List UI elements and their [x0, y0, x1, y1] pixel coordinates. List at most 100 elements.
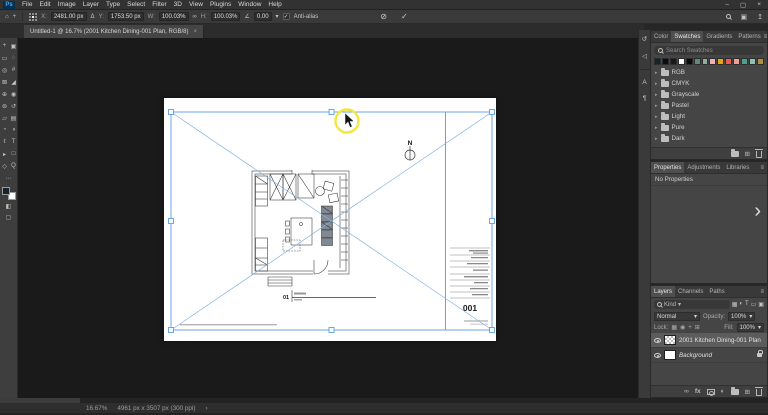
minimize-button[interactable]: –: [725, 1, 729, 9]
layer-thumbnail[interactable]: [664, 350, 676, 360]
trash-icon[interactable]: [755, 149, 763, 158]
fill-dropdown[interactable]: 100% ▾: [736, 323, 764, 332]
document-page[interactable]: 001 N 01: [164, 98, 496, 341]
move-tool-preset-icon[interactable]: +: [13, 14, 17, 20]
tab-channels[interactable]: Channels: [675, 286, 706, 297]
share-icon[interactable]: ↥: [757, 13, 763, 21]
tab-patterns[interactable]: Patterns: [735, 31, 763, 42]
layer-row-background[interactable]: Background: [651, 348, 767, 363]
lock-position-icon[interactable]: +: [688, 325, 692, 331]
menu-select[interactable]: Select: [127, 0, 145, 10]
marquee-tool[interactable]: ▭: [2, 55, 8, 62]
type-tool[interactable]: T: [12, 139, 16, 145]
swatch-folder-light[interactable]: ▸ Light: [651, 111, 767, 122]
swatch-folder-pure[interactable]: ▸ Pure: [651, 122, 767, 133]
transform-handle-middle-left[interactable]: [168, 218, 174, 224]
swatch[interactable]: [654, 58, 661, 65]
reference-point-icon[interactable]: [29, 12, 38, 21]
commit-transform-button[interactable]: ✓: [401, 12, 408, 21]
tab-adjustments[interactable]: Adjustments: [684, 162, 723, 173]
zoom-tool[interactable]: Q: [11, 163, 16, 169]
menu-view[interactable]: View: [189, 0, 203, 10]
blur-tool[interactable]: ◔: [3, 127, 7, 133]
transform-handle-bottom-left[interactable]: [168, 327, 174, 333]
adjustment-layer-icon[interactable]: ◐: [721, 388, 725, 395]
menu-type[interactable]: Type: [106, 0, 120, 10]
paragraph-panel-icon[interactable]: ¶: [643, 95, 647, 102]
canvas-area[interactable]: 001 N 01: [18, 38, 638, 398]
lock-artboard-icon[interactable]: ⊞: [695, 324, 700, 331]
swatch[interactable]: [733, 58, 741, 65]
swatch[interactable]: [749, 58, 756, 65]
eyedropper-tool[interactable]: ◢: [11, 79, 16, 86]
artboard-tool[interactable]: ▣: [11, 43, 17, 50]
swatch[interactable]: [756, 58, 764, 65]
menu-filter[interactable]: Filter: [152, 0, 166, 10]
menu-image[interactable]: Image: [58, 0, 76, 10]
shape-tool[interactable]: □: [12, 151, 16, 157]
swatch-folder-pastel[interactable]: ▸ Pastel: [651, 100, 767, 111]
panel-menu-icon[interactable]: ≡: [760, 286, 767, 297]
swatch-folder-grayscale[interactable]: ▸ Grayscale: [651, 89, 767, 100]
swatch[interactable]: [685, 58, 693, 65]
rotation-field[interactable]: 0.00: [253, 12, 272, 21]
swatch[interactable]: [677, 58, 685, 65]
clone-stamp-tool[interactable]: ⊚: [2, 103, 7, 110]
x-position-field[interactable]: 2481.00 px: [50, 12, 87, 21]
quick-mask-icon[interactable]: ◧: [6, 203, 12, 210]
layer-thumbnail[interactable]: [664, 335, 676, 345]
lock-pixels-icon[interactable]: ◉: [680, 324, 685, 331]
width-field[interactable]: 100.03%: [158, 12, 189, 21]
history-brush-tool[interactable]: ↺: [11, 103, 16, 110]
swatch[interactable]: [717, 58, 725, 65]
swatch-folder-rgb[interactable]: ▸ RGB: [651, 67, 767, 78]
gradient-tool[interactable]: ▤: [11, 115, 17, 122]
new-group-icon[interactable]: [730, 148, 739, 157]
filter-smart-object-icon[interactable]: ▣: [758, 301, 764, 308]
expand-chevron-icon[interactable]: ›: [754, 200, 761, 223]
filter-type-icon[interactable]: T: [745, 301, 749, 308]
healing-brush-tool[interactable]: ⊕: [2, 91, 7, 98]
foreground-color-swatch[interactable]: [1, 187, 10, 195]
hand-tool[interactable]: ◇: [2, 163, 7, 170]
move-tool[interactable]: +: [3, 43, 7, 49]
menu-layer[interactable]: Layer: [83, 0, 99, 10]
layer-visibility-icon[interactable]: [654, 352, 661, 358]
pen-tool[interactable]: ℓ: [4, 139, 6, 145]
eraser-tool[interactable]: ▱: [2, 115, 7, 122]
antialias-checkbox[interactable]: ✓: [282, 13, 290, 20]
status-caret-icon[interactable]: ›: [205, 405, 207, 412]
link-layers-icon[interactable]: ∞: [684, 388, 689, 395]
quick-selection-tool[interactable]: ◎: [2, 67, 7, 74]
opacity-dropdown[interactable]: 100% ▾: [728, 312, 756, 321]
new-swatch-icon[interactable]: ⊞: [745, 150, 750, 158]
swatch-folder-dark[interactable]: ▸ Dark: [651, 133, 767, 144]
edit-toolbar-icon[interactable]: ⋯: [6, 175, 12, 182]
swatch[interactable]: [669, 58, 677, 65]
new-layer-icon[interactable]: ⊞: [745, 388, 750, 396]
transform-handle-bottom-right[interactable]: [489, 327, 495, 333]
swatch[interactable]: [741, 58, 749, 65]
transform-handle-middle-right[interactable]: [489, 218, 495, 224]
interpolation-caret-icon[interactable]: ▾: [276, 13, 279, 20]
brush-tool[interactable]: ◉: [11, 91, 16, 98]
restore-button[interactable]: ▢: [740, 1, 746, 9]
swatch[interactable]: [661, 58, 669, 65]
close-button[interactable]: ×: [757, 1, 761, 9]
tab-color[interactable]: Color: [651, 31, 671, 42]
screen-mode-icon[interactable]: ▢: [6, 214, 12, 221]
document-tab[interactable]: Untitled-1 @ 16.7% (2001 Kitchen Dining-…: [24, 25, 205, 38]
workspace-switcher-icon[interactable]: ▣: [741, 13, 748, 21]
add-mask-icon[interactable]: [706, 388, 715, 396]
tab-close-icon[interactable]: ×: [194, 29, 198, 35]
menu-edit[interactable]: Edit: [39, 0, 50, 10]
transform-handle-top-left[interactable]: [168, 109, 174, 115]
tab-swatches[interactable]: Swatches: [671, 31, 704, 42]
tab-layers[interactable]: Layers: [651, 286, 676, 297]
swatch[interactable]: [725, 58, 733, 65]
maintain-aspect-link-icon[interactable]: ∞: [193, 14, 197, 20]
layer-filter-kind-dropdown[interactable]: Kind ▾: [654, 300, 730, 309]
menu-3d[interactable]: 3D: [174, 0, 182, 10]
lock-transparency-icon[interactable]: ▦: [671, 324, 677, 331]
layer-effects-icon[interactable]: fx: [695, 388, 701, 395]
